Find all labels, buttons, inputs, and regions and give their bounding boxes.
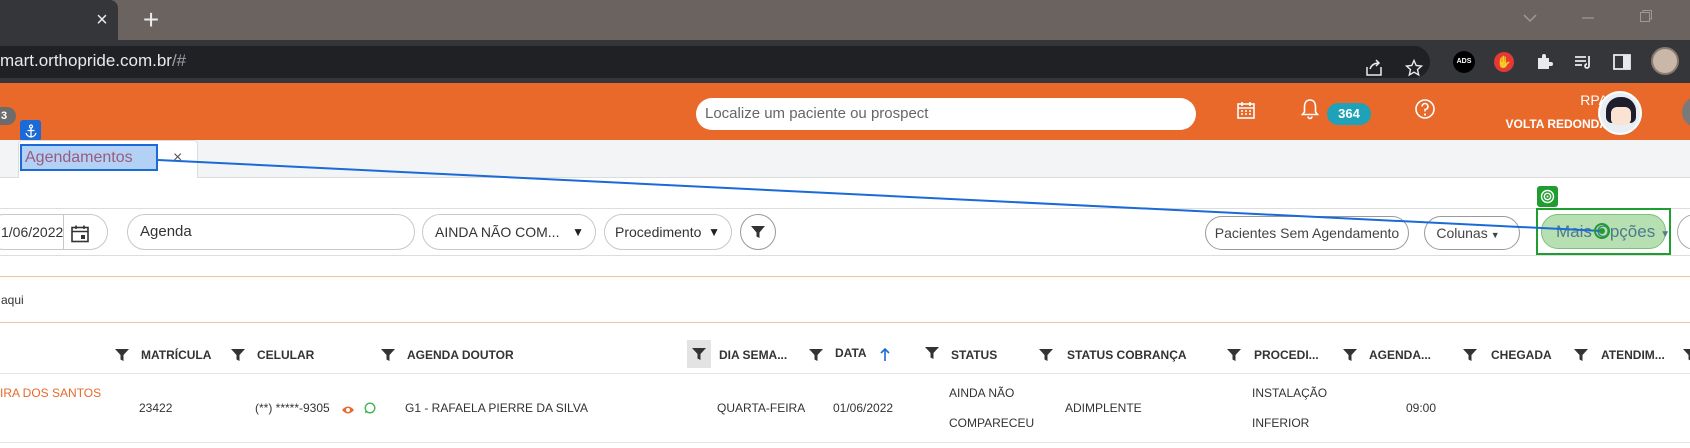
cell-procedimento-line2: INFERIOR (1252, 416, 1310, 430)
app-tab-row: Agendamentos × (0, 140, 1690, 178)
procedure-select-value: Procedimento (615, 224, 702, 240)
new-tab-button[interactable]: + (136, 5, 166, 35)
cell-celular: (**) *****-9305 (255, 401, 330, 415)
profile-avatar-icon[interactable] (1650, 46, 1680, 76)
agenda-select-value: Agenda (140, 223, 192, 240)
cell-dia-semana: QUARTA-FEIRA (717, 401, 806, 415)
agenda-select[interactable]: Agenda (127, 214, 415, 250)
column-filter-icon[interactable] (114, 346, 130, 364)
cell-procedimento-line1: INSTALAÇÃO (1252, 386, 1328, 400)
user-avatar[interactable] (1598, 91, 1642, 135)
column-header-status[interactable]: STATUS (951, 348, 997, 362)
column-filter-icon[interactable] (1573, 346, 1589, 364)
caret-down-icon: ▼ (1660, 229, 1671, 240)
table-row-divider (0, 442, 1690, 443)
status-select[interactable]: AINDA NÃO COM... ▼ (422, 214, 596, 250)
restore-icon[interactable] (1634, 8, 1658, 30)
column-filter-icon[interactable] (808, 346, 824, 364)
calendar-picker-icon[interactable] (70, 222, 90, 249)
column-header-procedimento[interactable]: PROCEDI... (1254, 348, 1319, 362)
sort-ascending-icon[interactable] (880, 347, 890, 367)
column-filter-icon[interactable] (1038, 346, 1054, 364)
caret-down-icon: ▼ (572, 225, 584, 239)
left-count-badge: 3 (0, 107, 16, 125)
caret-down-icon: ▼ (1490, 230, 1500, 240)
help-icon[interactable] (1414, 98, 1436, 125)
cell-agenda-hora: 09:00 (1406, 401, 1437, 415)
notification-count-badge[interactable]: 364 (1327, 103, 1371, 125)
close-tab-icon[interactable]: × (92, 8, 112, 32)
whatsapp-icon[interactable] (364, 401, 376, 419)
date-value: 1/06/2022 (1, 224, 64, 240)
address-bar: mart.orthopride.com.br/# ADS ✋ (0, 40, 1690, 83)
table-header-divider (0, 373, 1690, 374)
caret-down-icon: ▼ (708, 225, 720, 239)
pacientes-sem-agendamento-button[interactable]: Pacientes Sem Agendamento (1205, 216, 1409, 250)
reading-list-icon[interactable] (1572, 50, 1596, 74)
column-filter-active-icon[interactable] (687, 340, 711, 368)
patient-search-input[interactable]: Localize um paciente ou prospect (696, 98, 1196, 130)
column-filter-icon[interactable] (1226, 346, 1242, 364)
omnibox[interactable]: mart.orthopride.com.br/# (0, 46, 1430, 78)
colunas-button[interactable]: Colunas ▼ (1424, 216, 1520, 250)
column-header-celular[interactable]: CELULAR (257, 348, 314, 362)
tab-agendamentos[interactable]: Agendamentos × (18, 140, 198, 178)
tab-agendamentos-label[interactable]: Agendamentos (20, 144, 158, 171)
bell-icon[interactable] (1300, 98, 1320, 125)
browser-tab[interactable]: × (0, 0, 118, 40)
side-panel-icon[interactable] (1610, 50, 1634, 74)
mais-opcoes-button[interactable]: Mais Opções ▼ (1541, 214, 1670, 249)
column-header-status-cobranca[interactable]: STATUS COBRANÇA (1067, 348, 1187, 362)
share-icon[interactable] (1362, 56, 1386, 80)
bookmark-star-icon[interactable] (1402, 56, 1426, 80)
puzzle-extensions-icon[interactable] (1532, 50, 1556, 74)
column-filter-icon[interactable] (1342, 346, 1358, 364)
column-filter-icon[interactable] (380, 346, 396, 364)
mais-opcoes-label: Mais Opções (1556, 222, 1656, 241)
filter-button[interactable] (740, 214, 776, 250)
app-header: 3 Localize um paciente ou prospect 364 R… (0, 83, 1690, 140)
status-select-value: AINDA NÃO COM... (435, 224, 560, 240)
browser-tabstrip: × + (0, 0, 1690, 40)
column-header-atendimento[interactable]: ATENDIM... (1601, 348, 1665, 362)
date-field[interactable]: 1/06/2022 (0, 214, 108, 250)
filter-icon (751, 226, 765, 238)
procedure-select[interactable]: Procedimento ▼ (604, 214, 732, 250)
column-header-dia-semana[interactable]: DIA SEMA... (719, 348, 787, 362)
user-unit: VOLTA REDONDA (1505, 117, 1608, 131)
calendar-icon[interactable] (1236, 100, 1256, 125)
column-header-agenda-doutor[interactable]: AGENDA DOUTOR (407, 348, 514, 362)
hand-extension-icon[interactable]: ✋ (1492, 50, 1516, 74)
patient-name-link[interactable]: IRA DOS SANTOS (0, 386, 101, 400)
column-filter-icon[interactable] (924, 344, 940, 362)
column-header-data[interactable]: DATA (835, 346, 867, 360)
ads-extension-icon[interactable]: ADS (1452, 50, 1476, 74)
column-header-agenda[interactable]: AGENDA... (1369, 348, 1431, 362)
cell-status-line2: COMPARECEU (949, 416, 1035, 430)
right-edge-button[interactable] (1682, 97, 1690, 127)
chevron-down-icon[interactable] (1518, 8, 1542, 30)
mais-opcoes-highlight: Mais Opções ▼ (1536, 208, 1671, 255)
anchor-icon (20, 120, 41, 141)
minimize-icon[interactable] (1576, 8, 1600, 30)
eye-icon[interactable] (341, 402, 355, 420)
colunas-label: Colunas (1436, 225, 1488, 241)
column-filter-icon[interactable] (230, 346, 246, 364)
cell-data: 01/06/2022 (833, 401, 894, 415)
target-icon (1537, 186, 1558, 207)
cell-agenda-doutor: G1 - RAFAELA PIERRE DA SILVA (405, 401, 588, 415)
notice-bar: aqui (0, 276, 1690, 323)
notice-text: aqui (1, 293, 24, 307)
cell-matricula: 23422 (139, 401, 173, 415)
column-header-matricula[interactable]: MATRÍCULA (141, 348, 211, 362)
close-tab-agendamentos-icon[interactable]: × (173, 149, 182, 167)
column-filter-icon[interactable] (1462, 346, 1478, 364)
cell-status-line1: AINDA NÃO (949, 386, 1015, 400)
column-header-chegada[interactable]: CHEGADA (1491, 348, 1552, 362)
url-text[interactable]: mart.orthopride.com.br/# (0, 51, 186, 71)
column-filter-icon[interactable] (1682, 346, 1690, 364)
cell-status-cobranca: ADIMPLENTE (1065, 401, 1142, 415)
url-path: /# (171, 51, 187, 70)
url-domain: mart.orthopride.com.br (0, 51, 172, 70)
